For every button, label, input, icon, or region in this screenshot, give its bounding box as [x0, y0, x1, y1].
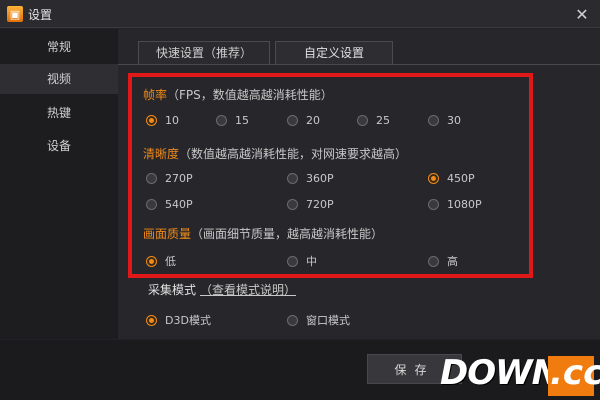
- highlight-box: [128, 73, 533, 278]
- tab-divider: [118, 64, 600, 65]
- capture-option-label: 窗口模式: [306, 314, 350, 327]
- sidebar-item-devices[interactable]: 设备: [0, 131, 118, 161]
- radio-selected-icon: [146, 314, 157, 326]
- window-title: 设置: [28, 8, 53, 22]
- radio-icon: [287, 314, 298, 326]
- capture-option-d3d[interactable]: D3D模式: [146, 312, 211, 328]
- tab-quick-settings[interactable]: 快速设置（推荐）: [138, 41, 270, 65]
- capture-option-window[interactable]: 窗口模式: [287, 312, 350, 328]
- capture-mode-title: 采集模式: [148, 283, 197, 297]
- watermark-text: DOWN: [440, 353, 560, 393]
- capture-mode-help-link[interactable]: （查看模式说明）: [200, 281, 296, 298]
- sidebar-item-hotkeys[interactable]: 热键: [0, 98, 118, 128]
- watermark-suffix: .cc: [550, 353, 600, 393]
- watermark-logo: DOWN .cc: [440, 350, 600, 396]
- app-logo-icon: ▣: [7, 6, 23, 22]
- sidebar-item-general[interactable]: 常规: [0, 32, 118, 62]
- sidebar-item-video[interactable]: 视频: [0, 64, 118, 94]
- tab-custom-settings[interactable]: 自定义设置: [275, 41, 393, 65]
- sidebar: 常规 视频 热键 设备: [0, 29, 118, 339]
- close-icon[interactable]: ✕: [564, 0, 600, 28]
- title-bar: ▣ 设置 ✕: [0, 0, 600, 28]
- capture-option-label: D3D模式: [165, 314, 211, 327]
